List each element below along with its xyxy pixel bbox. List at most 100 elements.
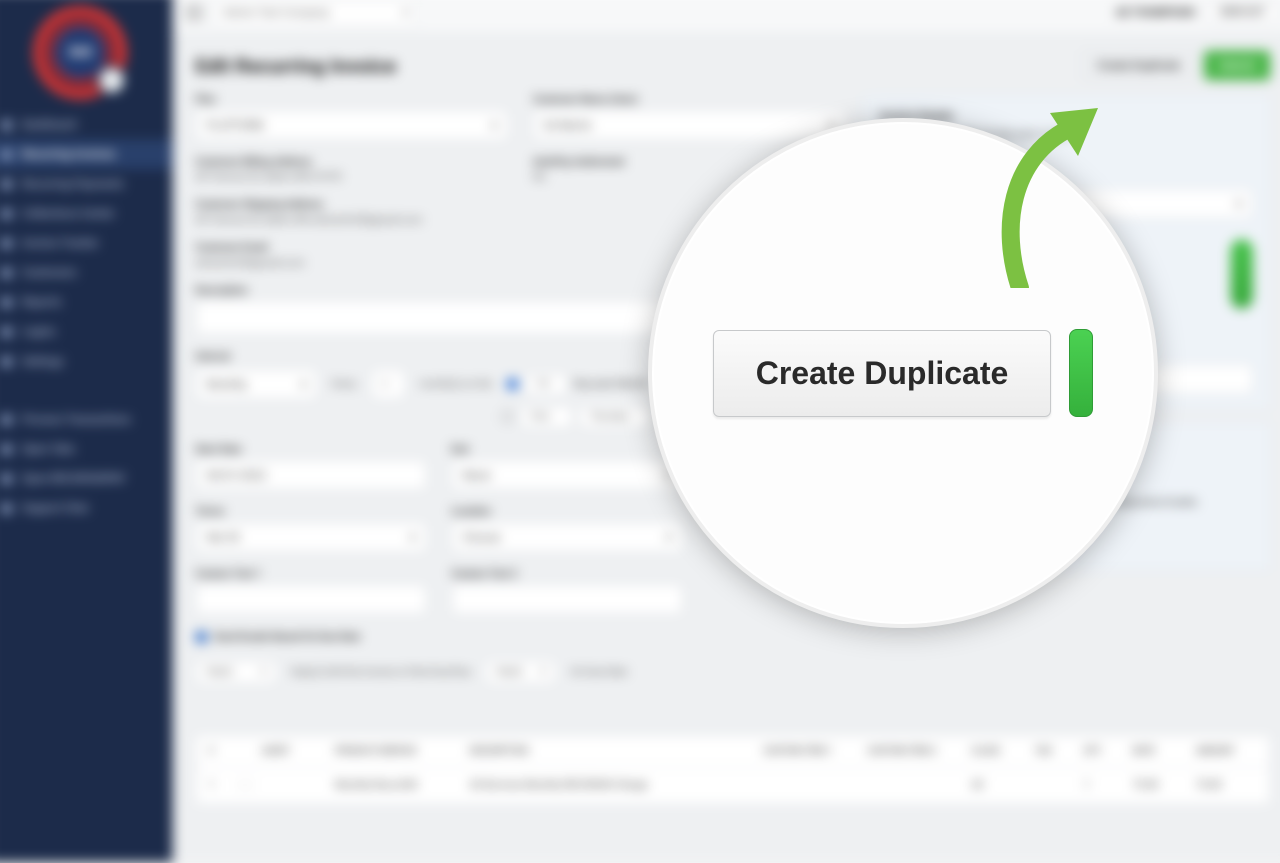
td-ci1 (763, 780, 855, 791)
location-label: Location (451, 507, 682, 518)
billing-value: 40 Tremont St, Salem MA 01970 (195, 172, 508, 183)
submit-zoomed-edge[interactable] (1069, 329, 1093, 417)
td-num: 1 (209, 780, 223, 791)
th-asset: ASSET (262, 746, 323, 756)
square-icon (1, 267, 11, 277)
create-duplicate-button[interactable]: Create Duplicate (1082, 51, 1196, 81)
days-dd-value-2: Day(s) (496, 667, 522, 677)
radio-selected-icon[interactable] (506, 378, 518, 390)
nav-label: Logins (22, 325, 56, 338)
td-rate: 75.00 (1133, 780, 1184, 791)
nav-settings[interactable]: Settings (0, 346, 173, 376)
weekday-select[interactable]: Thursday (579, 406, 652, 428)
td-class: All (972, 780, 1023, 791)
months-on-label: month(s) on the (420, 379, 493, 390)
nav-reports[interactable]: Reports (0, 287, 173, 317)
th-ci2: CUSTOM ITEM 2 (867, 746, 959, 756)
custom1-input[interactable] (195, 584, 426, 615)
plan-select[interactable]: PLATFORM▾ (195, 110, 508, 141)
th-desc: DESCRIPTION (470, 746, 752, 756)
th-class: CLASS (972, 746, 1023, 756)
nav-label: Dashboard (22, 118, 76, 131)
sign-out-button[interactable]: SIGN OUT (1205, 3, 1280, 22)
nav-dashboard[interactable]: Dashboard (0, 110, 173, 140)
nav-open-recur360pay[interactable]: Open RECUR360PAY (0, 464, 173, 494)
company-select[interactable]: Admin Test Company ▾ (214, 0, 418, 26)
th-product: PRODUCT/SERVICE (335, 746, 457, 756)
radio-unselected-icon[interactable] (501, 411, 513, 423)
end-select[interactable]: Never▾ (451, 460, 682, 491)
submit-button[interactable]: Submit (1204, 51, 1270, 81)
td-tax (1035, 780, 1072, 791)
create-duplicate-zoomed-button[interactable]: Create Duplicate (713, 330, 1052, 417)
hamburger-icon[interactable] (185, 5, 203, 19)
nav-invoice-tracker[interactable]: Invoice Tracker (0, 228, 173, 258)
nav-logins[interactable]: Logins (0, 317, 173, 347)
start-date-input[interactable]: 06/01/2022 (195, 460, 426, 491)
interval-select[interactable]: Monthly▾ (195, 369, 317, 400)
day-input[interactable]: 1st (525, 373, 568, 395)
nav-label: Open RECUR360PAY (22, 472, 126, 485)
start-label: Start Date (195, 444, 426, 455)
checkbox-checked-icon[interactable] (195, 631, 207, 643)
send-emails-checkbox-row: Send Emails Based On Due Date (195, 631, 846, 643)
zoom-callout: Create Duplicate (648, 118, 1158, 628)
square-icon (1, 208, 11, 218)
nav-secondary: Process Transactions Open Tabs Open RECU… (0, 405, 173, 523)
th-blank (235, 746, 249, 756)
green-toggle-icon[interactable] (1231, 239, 1253, 308)
terms-label: Terms (195, 507, 426, 518)
chevron-down-icon: ▾ (410, 531, 416, 544)
chevron-down-icon: ▾ (666, 531, 672, 544)
days-dd-2[interactable]: Day(s) ▾ (485, 660, 556, 684)
logo: 360 (33, 6, 127, 100)
chevron-down-icon: ▾ (261, 667, 266, 677)
nav-label: Invoice Tracker (22, 236, 99, 249)
location-select[interactable]: Choose▾ (451, 522, 682, 553)
th-qty: QTY (1084, 746, 1121, 756)
line-item-row[interactable]: 1 ⋮⋮ Monthly Recur360 All Services Month… (195, 768, 1270, 805)
td-asset (262, 780, 323, 791)
chevron-down-icon: ▾ (301, 378, 307, 391)
nav-support-chat[interactable]: Support Chat (0, 493, 173, 523)
end-value: Never (462, 468, 491, 481)
chevron-down-icon: ▾ (1236, 197, 1242, 210)
square-icon (1, 414, 11, 424)
nav-customers[interactable]: Customers (0, 258, 173, 288)
custom2-input[interactable] (451, 584, 682, 615)
nav-label: Collections Center (22, 207, 115, 220)
chevron-down-icon: ▾ (541, 667, 546, 677)
nav-process-transactions[interactable]: Process Transactions (0, 405, 173, 435)
nav-recurring-invoices[interactable]: Recurring Invoices (0, 139, 173, 169)
nav-open-tabs[interactable]: Open Tabs (0, 434, 173, 464)
th-num: # (209, 746, 223, 756)
sidebar: 360 Dashboard Recurring Invoices Recurri… (0, 0, 173, 863)
customer-select[interactable]: Ed Martin▾ (533, 110, 846, 141)
nav-recurring-payments[interactable]: Recurring Payments (0, 169, 173, 199)
th-rate: RATE (1133, 746, 1184, 756)
td-ci2 (867, 780, 959, 791)
drag-icon[interactable]: ⋮⋮ (235, 780, 249, 791)
plan-label: Plan (195, 94, 508, 105)
nav-label: Open Tabs (22, 442, 75, 455)
days-before-label: Day(s) Until the Invoice is Past Due/Due (291, 666, 471, 677)
square-icon (1, 356, 11, 366)
on-due-date-label: On Due Date (571, 666, 627, 677)
nav-primary: Dashboard Recurring Invoices Recurring P… (0, 110, 173, 376)
square-icon (1, 179, 11, 189)
days-dd[interactable]: Day(s)▾ (195, 660, 277, 684)
td-amount: 75.00 (1196, 780, 1257, 791)
nav-label: Customers (22, 266, 77, 279)
terms-value: Net 30 (207, 531, 240, 544)
topbar: Admin Test Company ▾ AE THOMPSON SIGN OU… (173, 0, 1280, 34)
customer-name-label: Customer Name (User) (533, 94, 846, 105)
first-select[interactable]: First (520, 406, 573, 428)
every-n-input[interactable]: 1 (371, 369, 406, 400)
terms-select[interactable]: Net 30 ▾ (195, 522, 426, 553)
nav-collections[interactable]: Collections Center (0, 199, 173, 229)
company-name: Admin Test Company (223, 6, 330, 19)
chevron-down-icon: ▾ (492, 118, 498, 131)
nav-label: Recurring Invoices (22, 148, 116, 161)
square-icon (1, 473, 11, 483)
end-label: End (451, 444, 682, 455)
